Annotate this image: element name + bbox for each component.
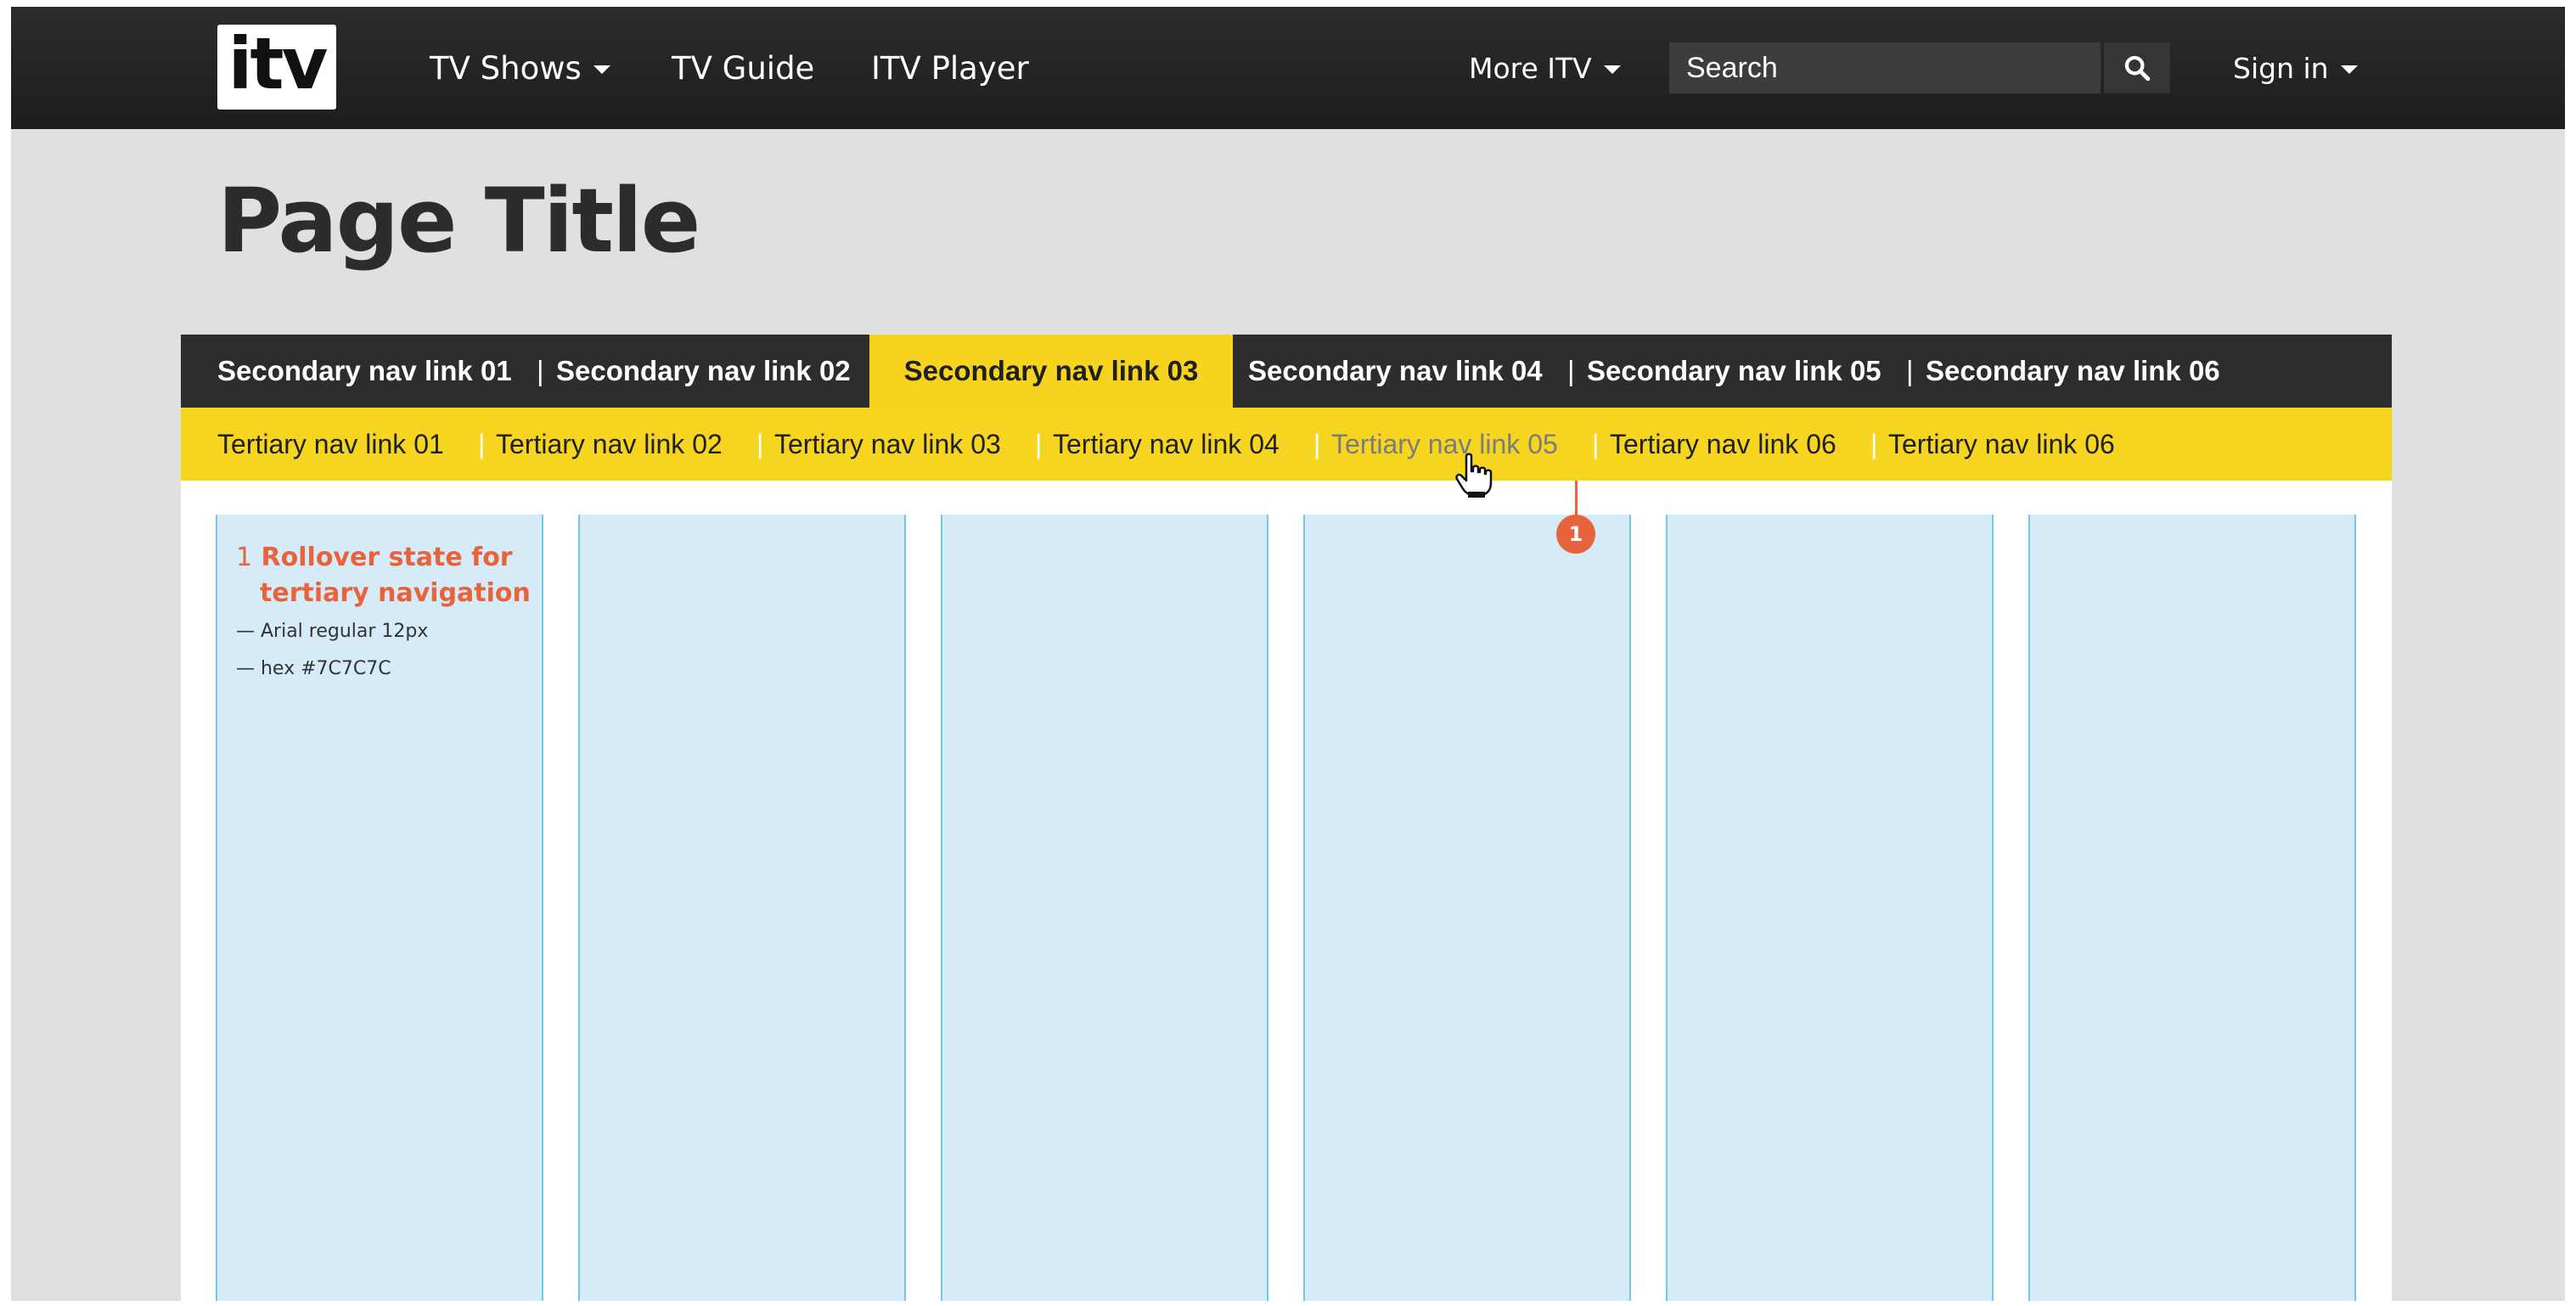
search-input[interactable] bbox=[1669, 42, 2101, 93]
nav-itv-player-label: ITV Player bbox=[871, 49, 1029, 87]
tertiary-nav-link-06[interactable]: Tertiary nav link 06 bbox=[1610, 408, 1836, 481]
caret-down-icon bbox=[593, 65, 610, 74]
more-itv-label: More ITV bbox=[1469, 51, 1592, 85]
page-canvas: itv TV Shows TV Guide ITV Player More IT… bbox=[11, 7, 2565, 1301]
nav-separator: | bbox=[1906, 355, 1914, 386]
secondary-nav-link-03-active[interactable]: Secondary nav link 03 bbox=[869, 335, 1233, 408]
secondary-nav-link-01[interactable]: Secondary nav link 01 bbox=[217, 335, 512, 408]
annotation-badge: 1 bbox=[1556, 515, 1595, 554]
tertiary-nav-link-05-hover[interactable]: Tertiary nav link 05 bbox=[1331, 408, 1558, 481]
nav-separator: | bbox=[1035, 428, 1043, 459]
top-navigation-bar: itv TV Shows TV Guide ITV Player More IT… bbox=[11, 7, 2565, 129]
tertiary-nav-link-07[interactable]: Tertiary nav link 06 bbox=[1888, 408, 2115, 481]
annotation-number: 1 bbox=[236, 543, 253, 572]
tertiary-nav-link-01[interactable]: Tertiary nav link 01 bbox=[217, 408, 444, 481]
annotation-note: 1 Rollover state for tertiary navigation… bbox=[236, 540, 542, 688]
annotation-font-note: — Arial regular 12px bbox=[236, 621, 429, 642]
nav-tv-guide[interactable]: TV Guide bbox=[672, 7, 814, 129]
grid-column bbox=[941, 515, 1268, 1301]
grid-column bbox=[1666, 515, 1994, 1301]
caret-down-icon bbox=[2340, 65, 2358, 74]
hand-pointer-icon bbox=[1455, 453, 1493, 498]
sign-in-label: Sign in bbox=[2233, 51, 2329, 85]
annotation-color-note: — hex #7C7C7C bbox=[236, 658, 391, 679]
nav-itv-player[interactable]: ITV Player bbox=[871, 7, 1029, 129]
nav-separator: | bbox=[1313, 428, 1321, 459]
nav-separator: | bbox=[1870, 428, 1878, 459]
grid-column bbox=[578, 515, 906, 1301]
annotation-title-line1: Rollover state for bbox=[261, 543, 513, 572]
nav-tv-shows[interactable]: TV Shows bbox=[430, 7, 610, 129]
more-itv-menu[interactable]: More ITV bbox=[1469, 7, 1621, 129]
nav-separator: | bbox=[756, 428, 764, 459]
secondary-nav: Secondary nav link 01 | Secondary nav li… bbox=[181, 335, 2392, 408]
secondary-nav-link-06[interactable]: Secondary nav link 06 bbox=[1926, 335, 2220, 408]
annotation-leader-line bbox=[1575, 481, 1578, 516]
nav-separator: | bbox=[478, 428, 486, 459]
annotation-title: 1 Rollover state for tertiary navigation bbox=[236, 540, 542, 611]
tertiary-nav-link-02[interactable]: Tertiary nav link 02 bbox=[496, 408, 723, 481]
grid-column bbox=[2028, 515, 2356, 1301]
search-icon bbox=[2124, 55, 2151, 82]
itv-logo[interactable]: itv bbox=[217, 25, 336, 110]
nav-separator: | bbox=[537, 355, 544, 386]
tertiary-nav-link-04[interactable]: Tertiary nav link 04 bbox=[1053, 408, 1280, 481]
secondary-nav-link-05[interactable]: Secondary nav link 05 bbox=[1587, 335, 1881, 408]
grid-column bbox=[1303, 515, 1631, 1301]
caret-down-icon bbox=[1603, 65, 1621, 74]
secondary-nav-link-04[interactable]: Secondary nav link 04 bbox=[1248, 335, 1543, 408]
page-title: Page Title bbox=[217, 169, 700, 273]
nav-separator: | bbox=[1567, 355, 1575, 386]
sign-in-menu[interactable]: Sign in bbox=[2233, 7, 2358, 129]
nav-tv-guide-label: TV Guide bbox=[672, 49, 815, 87]
search-button[interactable] bbox=[2104, 42, 2170, 93]
nav-tv-shows-label: TV Shows bbox=[430, 49, 582, 87]
nav-separator: | bbox=[1592, 428, 1600, 459]
tertiary-nav-link-03[interactable]: Tertiary nav link 03 bbox=[774, 408, 1001, 481]
annotation-title-line2: tertiary navigation bbox=[260, 578, 531, 608]
tertiary-nav: Tertiary nav link 01 | Tertiary nav link… bbox=[181, 408, 2392, 481]
secondary-nav-link-02[interactable]: Secondary nav link 02 bbox=[556, 335, 851, 408]
